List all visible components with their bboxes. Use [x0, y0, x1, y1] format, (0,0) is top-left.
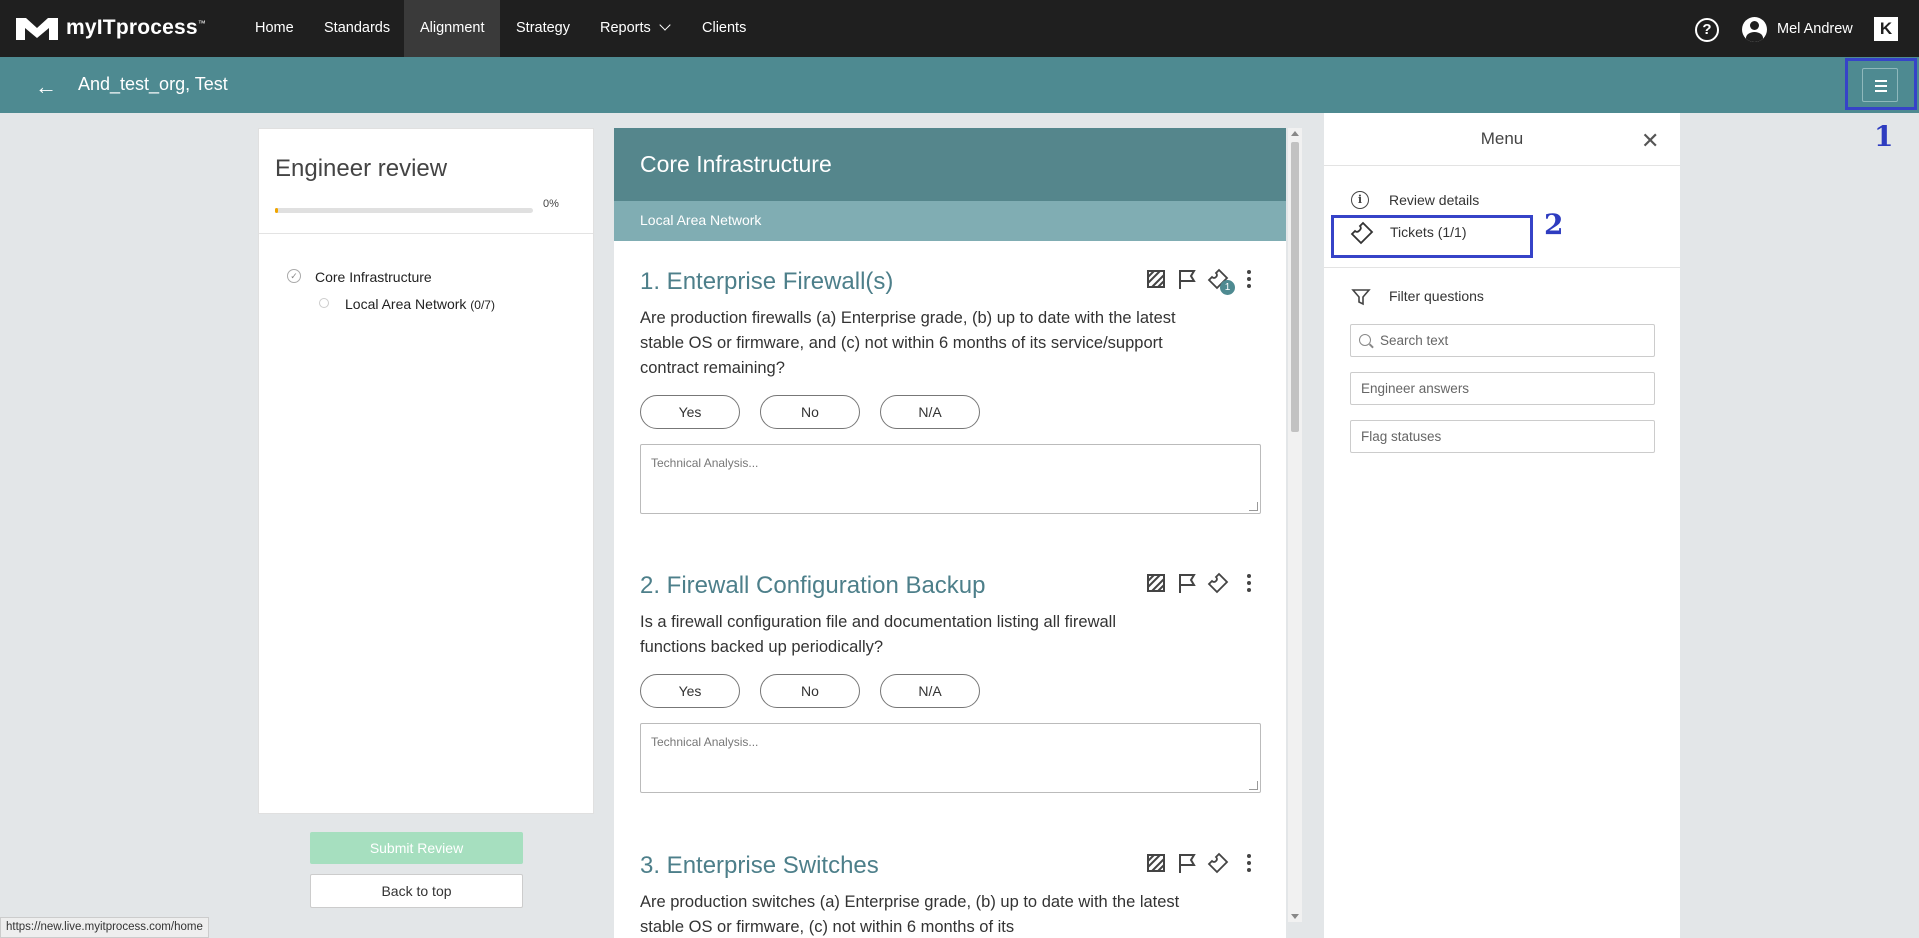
answer-na-button[interactable]: N/A: [880, 395, 980, 429]
logo-text: myITprocess™: [66, 16, 206, 39]
ticket-icon[interactable]: [1207, 572, 1229, 594]
engineer-answers-placeholder: Engineer answers: [1361, 381, 1470, 396]
question-card: 1. Enterprise Firewall(s) 1 Are producti…: [640, 268, 1261, 514]
review-outline-panel: Engineer review 0% ✓ Core Infrastructure…: [258, 128, 594, 814]
app-switcher-icon[interactable]: K: [1874, 17, 1898, 41]
question-actions: [1136, 572, 1260, 594]
answer-options: Yes No N/A: [640, 674, 1260, 708]
question-card: 2. Firewall Configuration Backup Is a fi…: [640, 572, 1261, 793]
ticket-icon[interactable]: 1: [1207, 268, 1235, 295]
search-text-input[interactable]: Search text: [1350, 324, 1655, 357]
nav-reports[interactable]: Reports: [584, 0, 685, 57]
menu-item-review-details[interactable]: Review details: [1389, 192, 1479, 208]
search-icon: [1359, 334, 1371, 346]
scroll-up-arrow[interactable]: [1291, 131, 1299, 136]
divider: [1324, 165, 1680, 166]
flag-icon[interactable]: [1176, 852, 1198, 874]
not-applicable-icon[interactable]: [1145, 572, 1167, 594]
review-progress-bar: [275, 208, 533, 213]
scroll-down-arrow[interactable]: [1291, 914, 1299, 919]
scroll-thumb[interactable]: [1291, 142, 1299, 432]
question-actions: [1136, 852, 1260, 874]
answer-na-button[interactable]: N/A: [880, 674, 980, 708]
question-text: Are production firewalls (a) Enterprise …: [640, 309, 1176, 377]
progress-percent: 0%: [543, 198, 559, 210]
top-navigation-bar: myITprocess™ Home Standards Alignment St…: [0, 0, 1919, 57]
questions-panel: Core Infrastructure Local Area Network 1…: [614, 128, 1286, 938]
flag-icon[interactable]: [1176, 268, 1198, 290]
divider: [1324, 267, 1680, 268]
not-applicable-icon[interactable]: [1145, 852, 1167, 874]
page-title: And_test_org, Test: [78, 74, 228, 94]
help-icon[interactable]: ?: [1695, 18, 1719, 42]
tree-item-core-infrastructure[interactable]: Core Infrastructure: [315, 269, 432, 285]
user-name[interactable]: Mel Andrew: [1777, 21, 1853, 37]
logo-mark-icon: [16, 18, 58, 40]
technical-analysis-field[interactable]: Technical Analysis...: [640, 723, 1261, 793]
annotation-label-1: 1: [1874, 120, 1894, 153]
not-applicable-icon[interactable]: [1145, 268, 1167, 290]
page-header-bar: ← And_test_org, Test: [0, 57, 1919, 113]
menu-title: Menu: [1480, 129, 1524, 148]
ticket-count-badge: 1: [1220, 280, 1235, 295]
nav-home[interactable]: Home: [239, 0, 310, 57]
more-vertical-icon[interactable]: [1238, 852, 1260, 874]
answer-yes-button[interactable]: Yes: [640, 395, 740, 429]
flag-statuses-placeholder: Flag statuses: [1361, 429, 1442, 444]
app-logo[interactable]: myITprocess™: [14, 14, 206, 42]
close-icon[interactable]: ✕: [1641, 128, 1659, 154]
chevron-down-icon: [659, 19, 671, 31]
section-title: Core Infrastructure: [640, 151, 832, 177]
annotation-highlight-1: [1845, 58, 1917, 110]
nav-clients[interactable]: Clients: [686, 0, 762, 57]
status-url-tooltip: https://new.live.myitprocess.com/home: [0, 917, 209, 938]
divider: [259, 233, 593, 234]
back-arrow-icon[interactable]: ←: [35, 74, 57, 100]
analysis-placeholder: Technical Analysis...: [651, 735, 759, 749]
engineer-answers-select[interactable]: Engineer answers: [1350, 372, 1655, 405]
question-text: Is a firewall configuration file and doc…: [640, 613, 1116, 656]
back-to-top-button[interactable]: Back to top: [310, 874, 523, 908]
submit-review-button[interactable]: Submit Review: [310, 832, 523, 864]
ticket-icon[interactable]: [1207, 852, 1229, 874]
tree-item-local-area-network[interactable]: Local Area Network (0/7): [345, 296, 495, 312]
answer-options: Yes No N/A: [640, 395, 1260, 429]
annotation-highlight-2: [1331, 215, 1533, 258]
more-vertical-icon[interactable]: [1238, 268, 1260, 290]
subsection-title: Local Area Network: [640, 212, 762, 228]
filter-questions-label: Filter questions: [1389, 288, 1484, 304]
progress-fill: [275, 208, 278, 213]
circle-icon: [319, 298, 329, 308]
nav-standards[interactable]: Standards: [308, 0, 406, 57]
flag-icon[interactable]: [1176, 572, 1198, 594]
nav-alignment[interactable]: Alignment: [404, 0, 501, 57]
section-header: Core Infrastructure: [614, 128, 1286, 201]
review-title: Engineer review: [275, 155, 448, 182]
filter-icon: [1351, 289, 1371, 306]
question-text: Are production switches (a) Enterprise g…: [640, 893, 1180, 936]
answer-no-button[interactable]: No: [760, 395, 860, 429]
answer-yes-button[interactable]: Yes: [640, 674, 740, 708]
answer-no-button[interactable]: No: [760, 674, 860, 708]
questions-scrollbar[interactable]: [1288, 128, 1302, 922]
search-placeholder: Search text: [1380, 333, 1449, 348]
user-avatar-icon[interactable]: [1742, 17, 1767, 42]
nav-strategy[interactable]: Strategy: [500, 0, 586, 57]
flag-statuses-select[interactable]: Flag statuses: [1350, 420, 1655, 453]
subsection-header: Local Area Network: [614, 201, 1286, 241]
technical-analysis-field[interactable]: Technical Analysis...: [640, 444, 1261, 514]
check-circle-icon: ✓: [287, 269, 301, 283]
annotation-label-2: 2: [1544, 208, 1564, 241]
question-actions: 1: [1136, 268, 1260, 295]
more-vertical-icon[interactable]: [1238, 572, 1260, 594]
question-card: 3. Enterprise Switches Are production sw…: [640, 852, 1260, 938]
analysis-placeholder: Technical Analysis...: [651, 456, 759, 470]
info-icon: i: [1351, 191, 1369, 209]
